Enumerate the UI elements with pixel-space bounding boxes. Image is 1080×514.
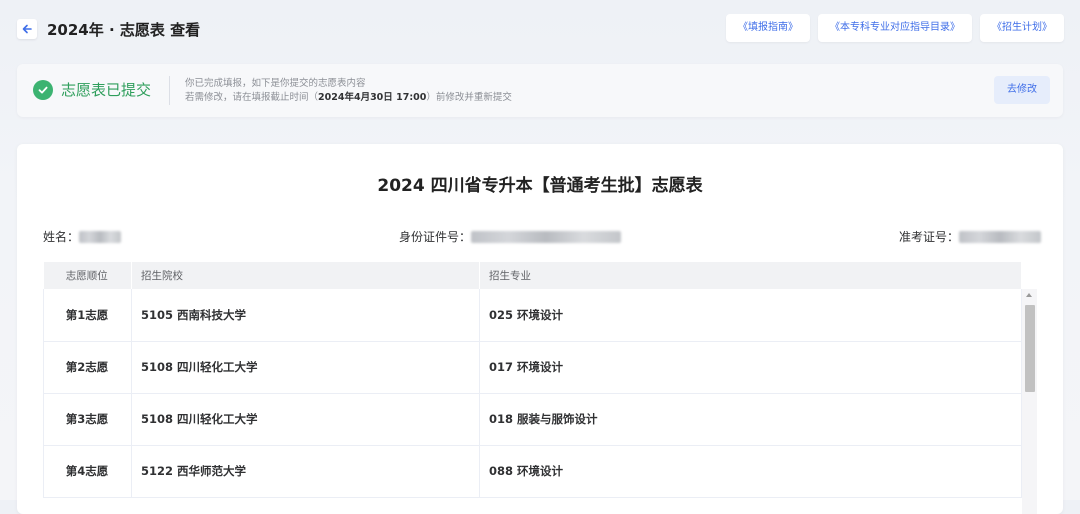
- major-catalog-link[interactable]: 《本专科专业对应指导目录》: [818, 14, 972, 42]
- status-desc-line2: 若需修改，请在填报截止时间（2024年4月30日 17:00）前修改并重新提交: [185, 91, 512, 105]
- status-description: 你已完成填报，如下是你提交的志愿表内容 若需修改，请在填报截止时间（2024年4…: [185, 77, 512, 105]
- scroll-thumb[interactable]: [1025, 305, 1035, 392]
- arrow-left-icon: [22, 24, 32, 34]
- top-bar: 2024年 · 志愿表 查看 《填报指南》 《本专科专业对应指导目录》 《招生计…: [0, 0, 1080, 60]
- cell-order: 第3志愿: [43, 393, 132, 446]
- status-desc-line1: 你已完成填报，如下是你提交的志愿表内容: [185, 78, 366, 89]
- cell-school: 5108 四川轻化工大学: [131, 341, 480, 394]
- cell-school: 5105 西南科技大学: [131, 289, 480, 342]
- name-redacted: [79, 230, 122, 243]
- top-links: 《填报指南》 《本专科专业对应指导目录》 《招生计划》: [726, 14, 1064, 42]
- divider: [169, 76, 170, 105]
- table-row: 第2志愿 5108 四川轻化工大学 017 环境设计: [43, 341, 1022, 394]
- cell-major: 017 环境设计: [479, 341, 1022, 394]
- cell-school: 5108 四川轻化工大学: [131, 393, 480, 446]
- table-row: 第1志愿 5105 西南科技大学 025 环境设计: [43, 289, 1022, 342]
- modify-button[interactable]: 去修改: [994, 76, 1050, 104]
- cell-major: 088 环境设计: [479, 445, 1022, 498]
- name-field: 姓名：: [43, 228, 122, 245]
- status-title: 志愿表已提交: [61, 81, 152, 99]
- main-card: 2024 四川省专升本【普通考生批】志愿表 姓名： 身份证件号： 准考证号： 志…: [17, 144, 1063, 514]
- check-circle-icon: [33, 80, 53, 100]
- exam-label: 准考证号：: [899, 230, 960, 244]
- table-scrollbar[interactable]: [1022, 289, 1037, 514]
- form-title: 2024 四川省专升本【普通考生批】志愿表: [377, 176, 703, 196]
- header-order: 志愿顺位: [43, 262, 132, 289]
- name-label: 姓名：: [43, 230, 80, 244]
- table-row: 第4志愿 5122 西华师范大学 088 环境设计: [43, 445, 1022, 498]
- info-row: 姓名： 身份证件号： 准考证号：: [17, 228, 1063, 246]
- deadline-text: 2024年4月30日 17:00: [318, 92, 427, 103]
- cell-order: 第4志愿: [43, 445, 132, 498]
- cell-school: 5122 西华师范大学: [131, 445, 480, 498]
- header-major: 招生专业: [479, 262, 1022, 289]
- id-redacted: [471, 230, 622, 243]
- enrollment-plan-link[interactable]: 《招生计划》: [980, 14, 1064, 42]
- status-desc-prefix: 若需修改，请在填报截止时间（: [185, 92, 319, 103]
- cell-order: 第1志愿: [43, 289, 132, 342]
- status-card: 志愿表已提交 你已完成填报，如下是你提交的志愿表内容 若需修改，请在填报截止时间…: [17, 64, 1063, 117]
- status-desc-suffix: ）前修改并重新提交: [426, 92, 512, 103]
- header-school: 招生院校: [131, 262, 480, 289]
- exam-number-field: 准考证号：: [899, 228, 1042, 245]
- page-title: 2024年 · 志愿表 查看: [47, 21, 201, 39]
- table-header-row: 志愿顺位 招生院校 招生专业: [43, 262, 1022, 289]
- choices-table: 志愿顺位 招生院校 招生专业 第1志愿 5105 西南科技大学 025 环境设计…: [43, 262, 1037, 514]
- exam-number-redacted: [959, 230, 1042, 243]
- cell-major: 018 服装与服饰设计: [479, 393, 1022, 446]
- id-label: 身份证件号：: [399, 230, 472, 244]
- id-field: 身份证件号：: [399, 228, 622, 245]
- cell-order: 第2志愿: [43, 341, 132, 394]
- scroll-up-arrow-icon[interactable]: [1026, 293, 1032, 297]
- cell-major: 025 环境设计: [479, 289, 1022, 342]
- back-button[interactable]: [17, 19, 37, 39]
- table-row: 第3志愿 5108 四川轻化工大学 018 服装与服饰设计: [43, 393, 1022, 446]
- guide-link[interactable]: 《填报指南》: [726, 14, 810, 42]
